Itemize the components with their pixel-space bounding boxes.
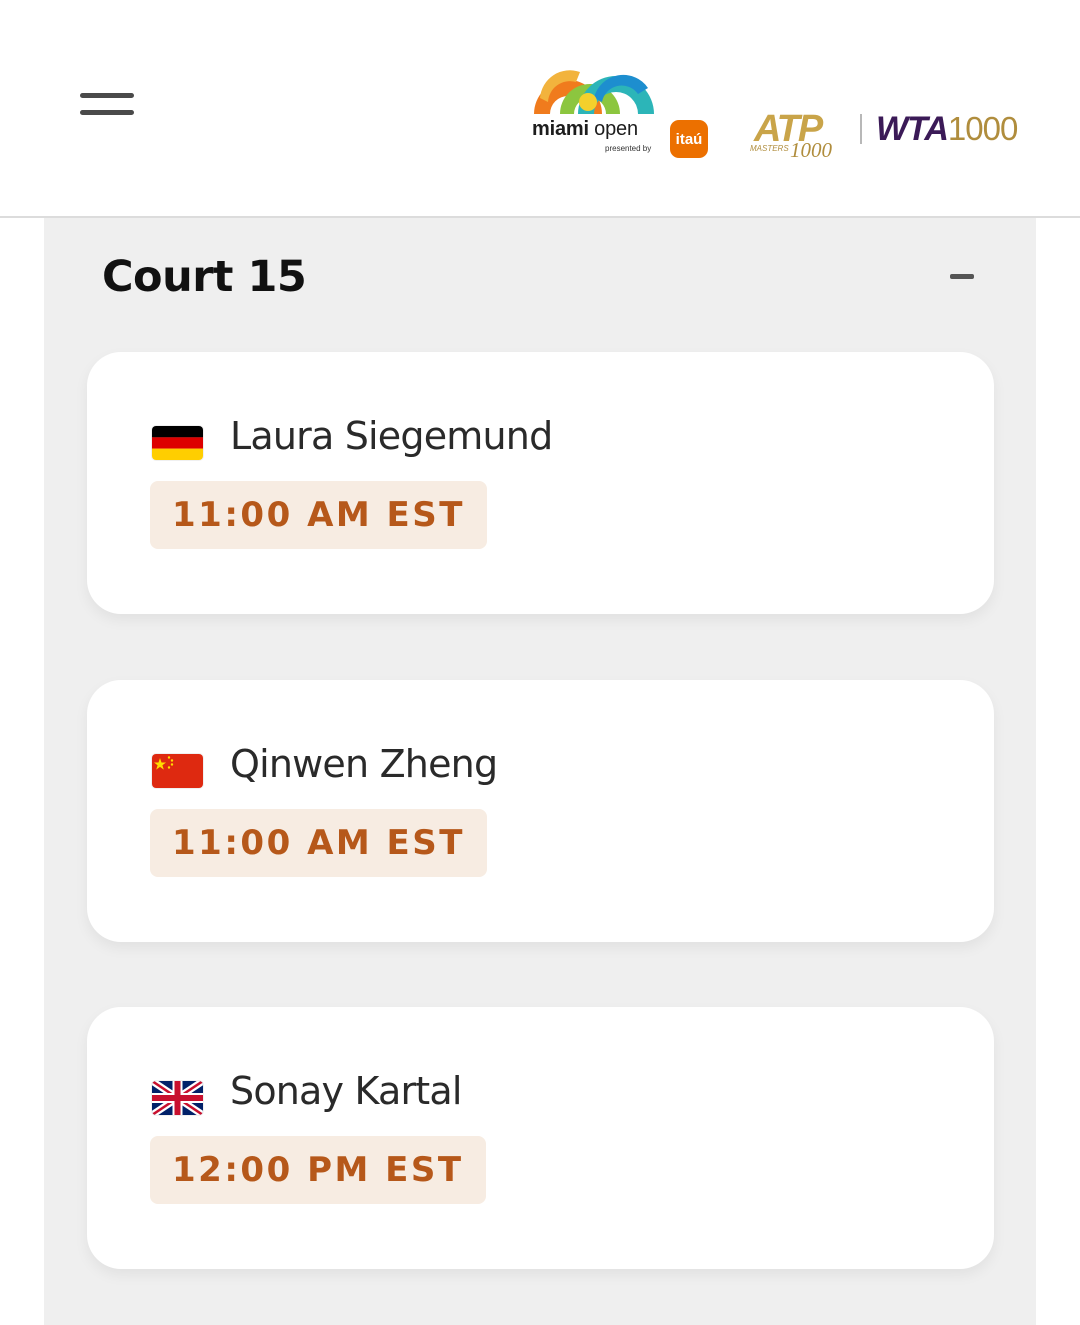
court-title: Court 15 — [102, 252, 307, 302]
presented-by-label: presented by — [605, 144, 652, 153]
wta-1000-label: 1000 — [947, 110, 1018, 147]
itau-logo[interactable]: itaú — [670, 120, 708, 158]
match-time-badge: 12:00 PM EST — [150, 1136, 486, 1204]
hamburger-menu-icon[interactable] — [80, 93, 134, 115]
minus-icon[interactable] — [950, 274, 974, 279]
atp-masters-1000-logo[interactable]: ATP MASTERS 1000 — [744, 108, 844, 166]
china-flag-icon — [152, 754, 203, 788]
miami-open-rainbow-icon — [534, 70, 654, 114]
top-header: miami open presented by itaú ATP MASTERS… — [0, 0, 1080, 218]
wta-wordmark: WTA — [876, 110, 949, 148]
atp-1000-label: 1000 — [790, 138, 832, 162]
match-time-badge: 11:00 AM EST — [150, 809, 487, 877]
uk-flag-icon — [152, 1081, 203, 1115]
match-card[interactable]: Qinwen Zheng 11:00 AM EST — [87, 680, 994, 942]
wta-1000-logo[interactable]: WTA1000 — [876, 110, 1018, 149]
logo-divider — [860, 114, 862, 144]
player-name: Qinwen Zheng — [230, 742, 498, 786]
atp-masters-label: MASTERS — [750, 144, 789, 153]
miami-open-logo[interactable]: miami open presented by — [526, 58, 661, 158]
match-time-badge: 11:00 AM EST — [150, 481, 487, 549]
miami-open-wordmark: miami open — [532, 118, 638, 140]
match-card[interactable]: Sonay Kartal 12:00 PM EST — [87, 1007, 994, 1269]
player-name: Sonay Kartal — [230, 1069, 462, 1113]
player-name: Laura Siegemund — [230, 414, 553, 458]
match-card[interactable]: Laura Siegemund 11:00 AM EST — [87, 352, 994, 614]
germany-flag-icon — [152, 426, 203, 460]
